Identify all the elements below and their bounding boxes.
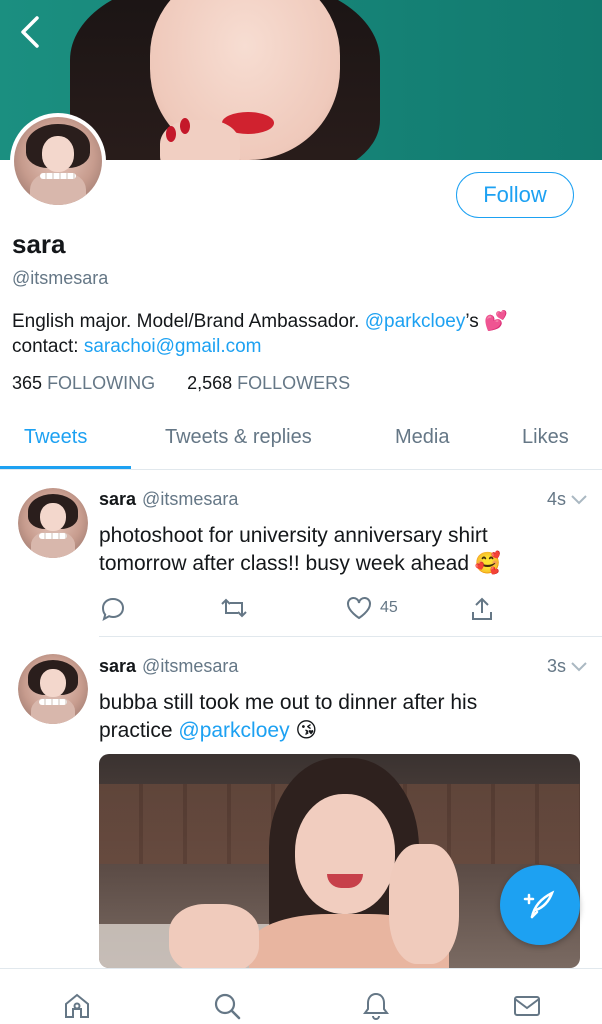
tweet-avatar[interactable] [18,488,88,558]
active-tab-indicator [0,466,131,469]
tweet-text-line: tomorrow after class!! busy week ahead 🥰 [99,552,501,575]
following-count: 365 [12,373,43,393]
bell-icon [363,992,389,1020]
tab-media[interactable]: Media [395,426,449,449]
retweet-button[interactable] [220,596,248,620]
profile-name: sara [12,229,66,259]
profile-stats: 365 FOLLOWING 2,568 FOLLOWERS [12,373,350,394]
compose-icon [523,890,555,919]
tweet-header: sara @itsmesara [99,656,238,677]
tweet-author-name: sara [99,489,137,509]
tab-tweets-replies[interactable]: Tweets & replies [165,426,312,449]
tweet-text-line: practice [99,719,179,742]
search-icon [214,993,241,1020]
bottom-nav [0,968,602,1024]
chevron-left-icon [21,16,39,48]
tweet-author-name: sara [99,656,137,676]
tweet-avatar[interactable] [18,654,88,724]
avatar [18,488,88,558]
profile-avatar[interactable] [10,113,106,209]
chevron-down-icon[interactable] [570,661,588,673]
tweet-actions: 45 [100,596,500,624]
profile-tabs: Tweets Tweets & replies Media Likes [0,412,602,470]
tab-tweets[interactable]: Tweets [24,426,87,449]
tab-likes[interactable]: Likes [522,426,569,449]
chevron-down-icon[interactable] [570,494,588,506]
following-stat[interactable]: 365 FOLLOWING [12,373,155,394]
tweet-text: bubba still took me out to dinner after … [99,689,579,745]
nav-search[interactable] [210,989,244,1023]
tweet-text-line: bubba still took me out to dinner after … [99,691,478,714]
like-count: 45 [380,599,398,616]
avatar [14,117,102,205]
tweet-text-line: 😘 [289,719,318,742]
like-button[interactable]: 45 [346,596,398,620]
tweet-text: photoshoot for university anniversary sh… [99,522,579,578]
back-button[interactable] [12,12,48,52]
following-label: FOLLOWING [47,373,156,393]
tweet-divider [99,636,602,637]
tweet-mention-link[interactable]: @parkcloey [178,719,289,742]
tweet-media-photo[interactable] [99,754,580,968]
tweet-text-line: photoshoot for university anniversary sh… [99,524,488,547]
nav-messages[interactable] [510,989,544,1023]
home-icon [65,993,89,1018]
tweet-timestamp: 3s [546,656,566,676]
nav-home[interactable] [60,989,94,1023]
bio-email-link[interactable]: sarachoi@gmail.com [84,336,262,357]
tweet-time: 4s [547,489,588,510]
tweet-header: sara @itsmesara [99,489,238,510]
tweet-author-handle: @itsmesara [142,489,239,509]
tweet-author-handle: @itsmesara [142,656,239,676]
share-button[interactable] [470,596,494,622]
profile-bio: English major. Model/Brand Ambassador. @… [12,309,592,359]
bio-text: contact: [12,336,84,357]
tweet-time: 3s [547,656,588,677]
heart-icon [347,597,371,620]
followers-count: 2,568 [187,373,233,393]
followers-stat[interactable]: 2,568 FOLLOWERS [187,373,350,394]
banner-nail [180,118,190,134]
reply-icon [101,597,125,622]
bio-text: ’s 💕 [465,311,508,332]
tweet-timestamp: 4s [546,489,566,509]
banner-nail [166,126,176,142]
bio-mention-link[interactable]: @parkcloey [365,311,466,332]
followers-label: FOLLOWERS [237,373,351,393]
share-icon [472,597,492,620]
follow-button[interactable]: Follow [456,172,574,218]
nav-notifications[interactable] [359,989,393,1023]
compose-tweet-button[interactable] [500,865,580,945]
retweet-icon [221,598,247,618]
profile-handle: @itsmesara [12,268,109,288]
bio-text: English major. Model/Brand Ambassador. [12,311,365,332]
avatar [18,654,88,724]
reply-button[interactable] [100,596,126,622]
mail-icon [514,996,540,1016]
